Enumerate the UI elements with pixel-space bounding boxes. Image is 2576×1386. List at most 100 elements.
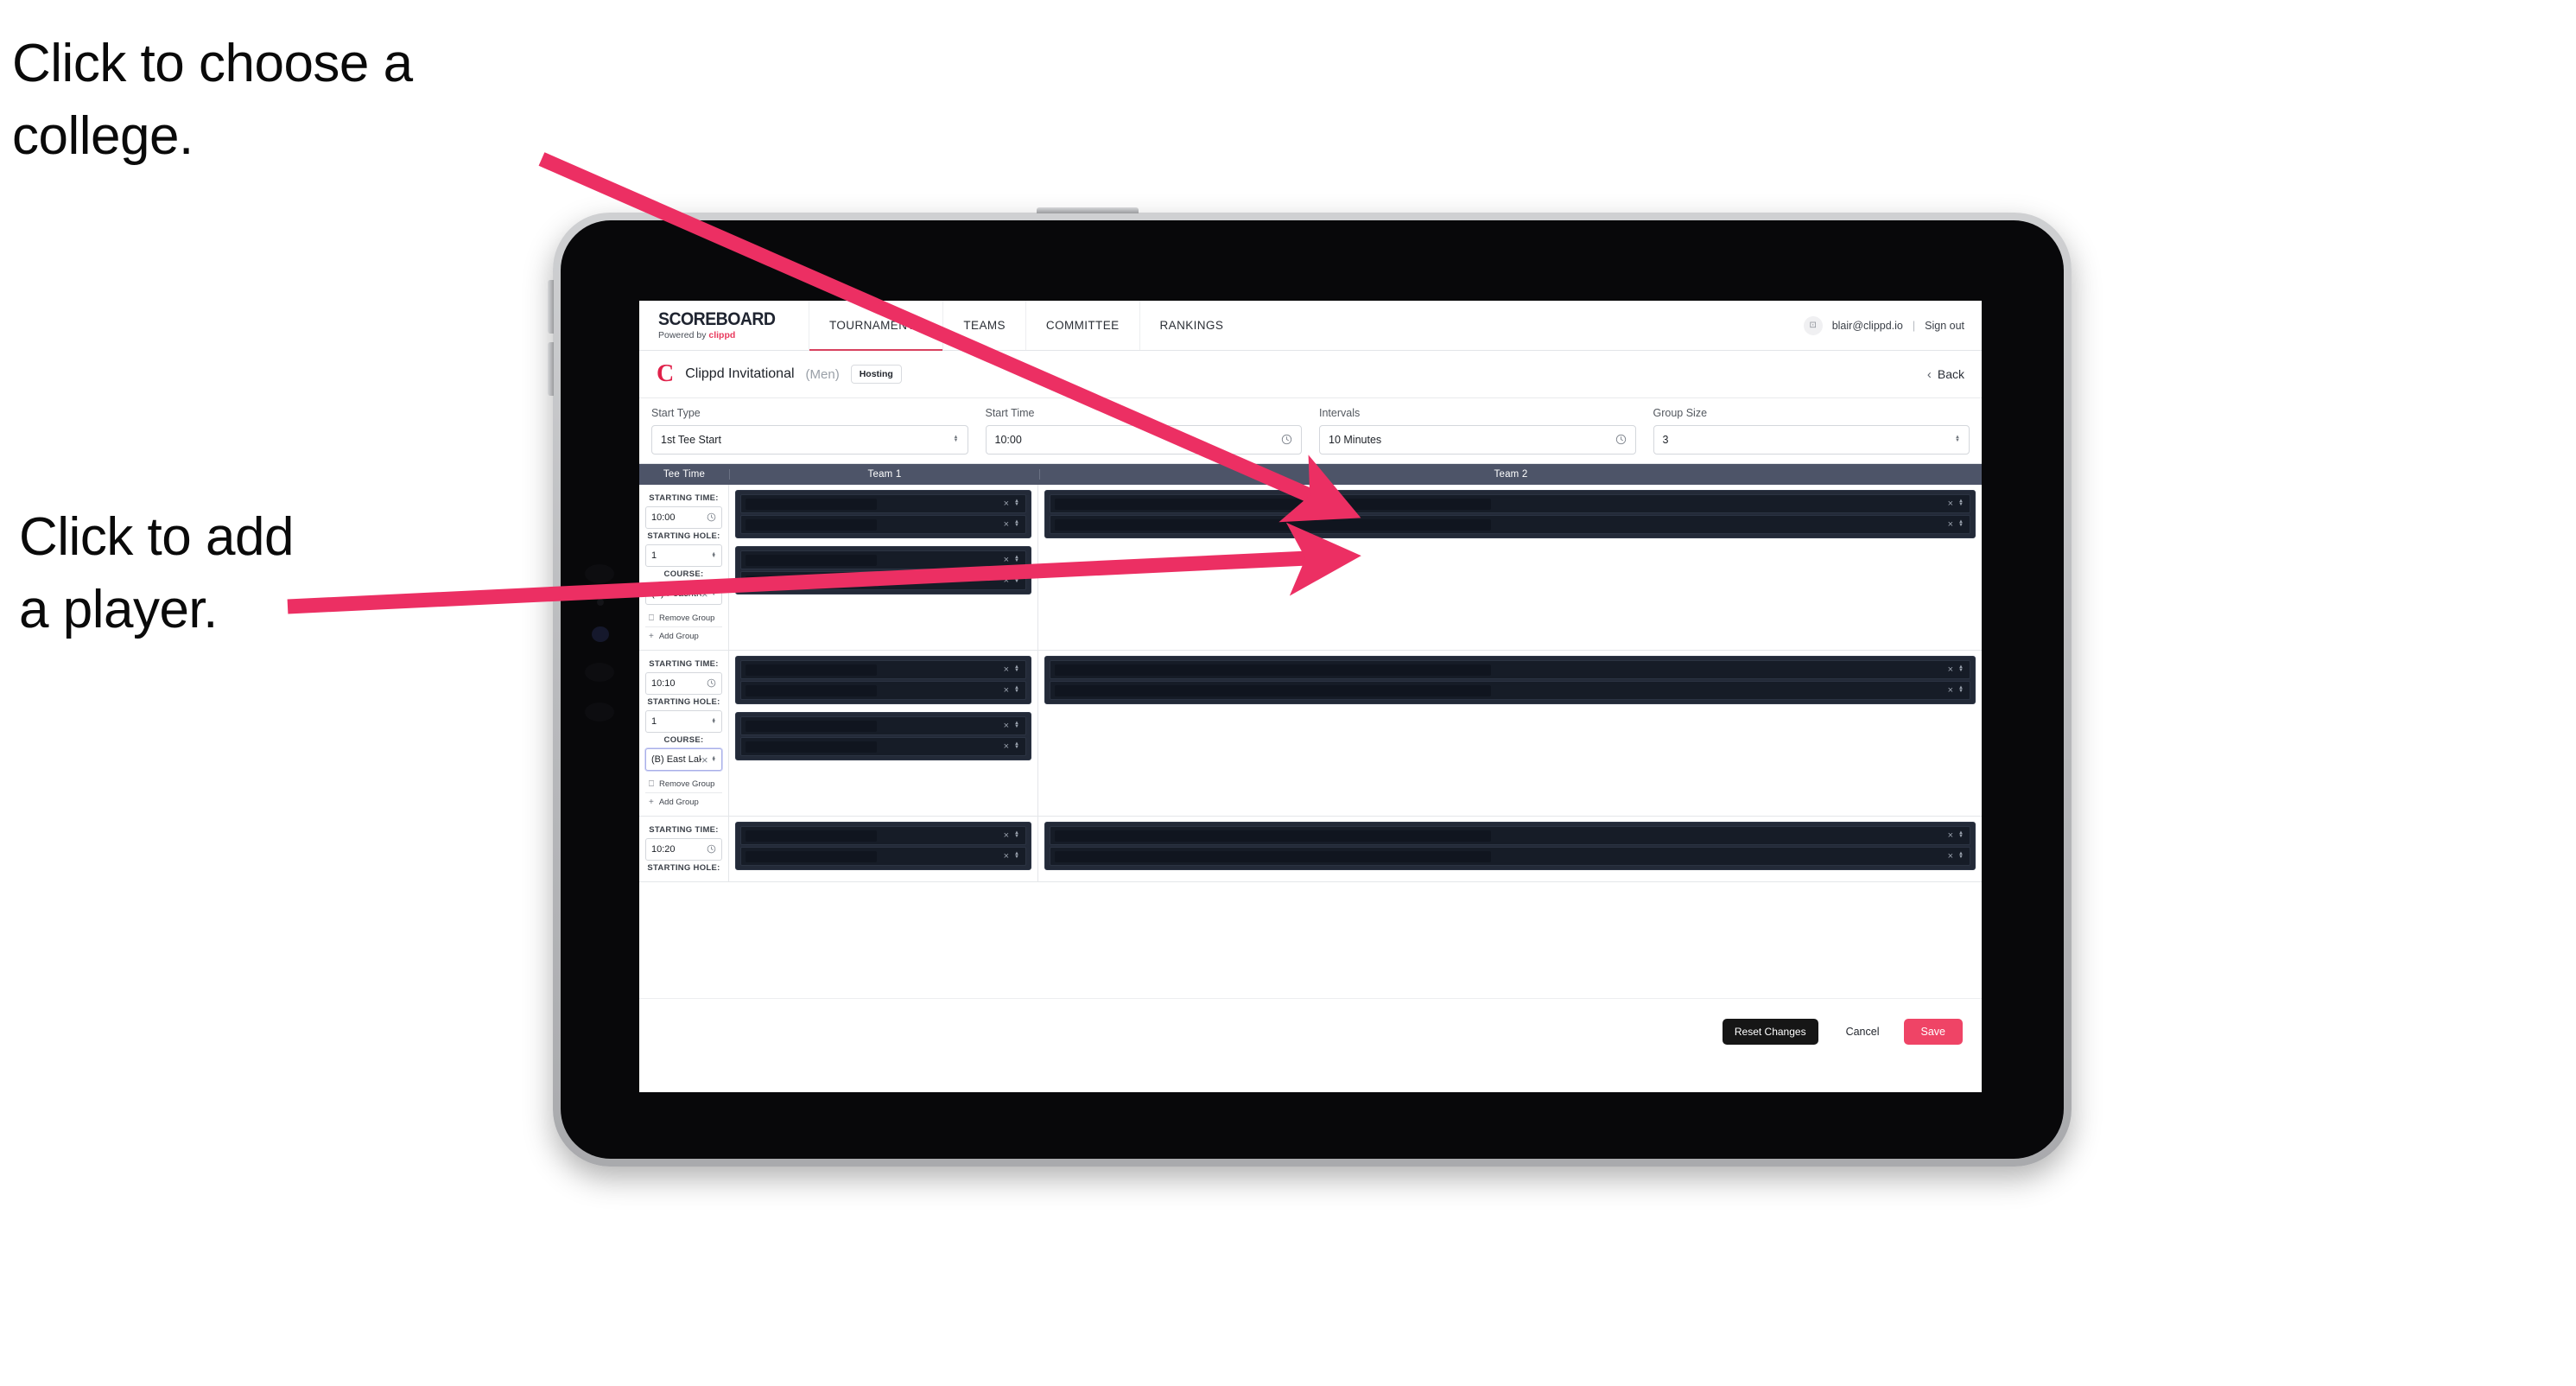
stepper-icon[interactable]: ▲ ▼ <box>1014 851 1019 859</box>
player-slot-row[interactable]: × ▲ ▼ <box>740 494 1026 513</box>
player-slot-row[interactable]: × ▲ ▼ <box>1050 660 1970 679</box>
player-slot-row[interactable]: × ▲ ▼ <box>740 515 1026 534</box>
close-icon[interactable]: × <box>1004 555 1009 565</box>
starting-hole-input[interactable]: 1 ▲ ▼ <box>645 710 722 733</box>
user-avatar-icon[interactable]: ⊡ <box>1803 315 1823 335</box>
volume-down-button[interactable] <box>548 342 554 396</box>
player-slot-row[interactable]: × ▲ ▼ <box>740 826 1026 845</box>
starting-time-input[interactable]: 10:20 <box>645 838 722 861</box>
stepper-icon[interactable]: ▲ ▼ <box>1014 830 1019 838</box>
setting-input-1[interactable]: 10:00 <box>985 425 1302 455</box>
course-select[interactable]: (B) East Lake GC× ▲▼ <box>645 748 722 771</box>
stepper-icon[interactable]: ▲ ▼ <box>1014 721 1019 728</box>
close-icon[interactable]: × <box>1948 664 1953 675</box>
sign-out-link[interactable]: Sign out <box>1925 320 1964 332</box>
stepper-icon[interactable]: ▲ ▼ <box>1014 741 1019 749</box>
nav-tab-rankings[interactable]: RANKINGS <box>1139 301 1244 350</box>
clock-icon[interactable] <box>707 678 716 690</box>
player-slot-row[interactable]: × ▲ ▼ <box>740 737 1026 756</box>
brand-logo[interactable]: SCOREBOARD Powered by clippd <box>639 301 809 350</box>
close-icon[interactable]: × <box>1004 519 1009 530</box>
remove-group-button[interactable]: ⎕ Remove Group <box>645 775 722 793</box>
close-icon[interactable]: × <box>1948 519 1953 530</box>
player-slot-card: × ▲ ▼ × ▲ ▼ <box>735 490 1031 538</box>
stepper-icon[interactable]: ▲ ▼ <box>1014 664 1019 672</box>
starting-time-input[interactable]: 10:00 <box>645 506 722 529</box>
clear-icon[interactable]: × <box>701 754 708 766</box>
back-link[interactable]: ‹ Back <box>1927 367 1964 382</box>
label-starting-hole: STARTING HOLE: <box>647 697 720 707</box>
close-icon[interactable]: × <box>1948 685 1953 696</box>
player-slot-row[interactable]: × ▲ ▼ <box>740 660 1026 679</box>
stepper-icon[interactable]: ▲ ▼ <box>1014 555 1019 563</box>
close-icon[interactable]: × <box>1004 830 1009 841</box>
stepper-icon[interactable]: ▲ ▼ <box>1958 499 1964 506</box>
stepper-icon[interactable]: ▲ ▼ <box>1955 435 1960 442</box>
course-select[interactable]: (A) Peachtree GC× ▲▼ <box>645 582 722 605</box>
annotation-choose-college: Click to choose a college. <box>12 34 413 167</box>
stepper-icon[interactable]: ▲ ▼ <box>712 589 716 597</box>
stepper-icon[interactable]: ▲ ▼ <box>954 435 959 442</box>
cancel-button[interactable]: Cancel <box>1829 1019 1897 1046</box>
clock-icon[interactable] <box>1281 434 1292 447</box>
stepper-icon[interactable]: ▲ ▼ <box>1958 685 1964 693</box>
player-slot-row[interactable]: × ▲ ▼ <box>740 550 1026 569</box>
reset-changes-button[interactable]: Reset Changes <box>1722 1019 1818 1045</box>
setting-value-2: 10 Minutes <box>1329 434 1382 446</box>
player-slot-row[interactable]: × ▲ ▼ <box>1050 826 1970 845</box>
volume-up-button[interactable] <box>548 280 554 334</box>
player-slot-row[interactable]: × ▲ ▼ <box>740 571 1026 590</box>
plus-icon: + <box>649 632 654 641</box>
clock-icon[interactable] <box>707 844 716 855</box>
power-button[interactable] <box>1037 207 1139 213</box>
nav-tab-tournaments[interactable]: TOURNAMENTS <box>809 301 943 351</box>
close-icon[interactable]: × <box>1004 499 1009 509</box>
player-slot-row[interactable]: × ▲ ▼ <box>740 847 1026 866</box>
player-slot-row[interactable]: × ▲ ▼ <box>740 681 1026 700</box>
setting-input-0[interactable]: 1st Tee Start ▲ ▼ <box>651 425 968 455</box>
close-icon[interactable]: × <box>1004 685 1009 696</box>
player-slot-row[interactable]: × ▲ ▼ <box>740 716 1026 735</box>
close-icon[interactable]: × <box>1948 499 1953 509</box>
setting-value-0: 1st Tee Start <box>661 434 721 446</box>
stepper-icon[interactable]: ▲ ▼ <box>712 551 716 559</box>
starting-hole-input[interactable]: 1 ▲ ▼ <box>645 544 722 567</box>
stepper-icon[interactable]: ▲ ▼ <box>1014 499 1019 506</box>
close-icon[interactable]: × <box>1948 830 1953 841</box>
player-slot-row[interactable]: × ▲ ▼ <box>1050 494 1970 513</box>
top-navigation-bar: SCOREBOARD Powered by clippd TOURNAMENTS… <box>639 301 1982 351</box>
nav-tab-teams[interactable]: TEAMS <box>942 301 1025 350</box>
close-icon[interactable]: × <box>1004 664 1009 675</box>
close-icon[interactable]: × <box>1004 721 1009 731</box>
player-slot-row[interactable]: × ▲ ▼ <box>1050 681 1970 700</box>
stepper-icon[interactable]: ▲ ▼ <box>1014 519 1019 527</box>
close-icon[interactable]: × <box>1004 575 1009 586</box>
add-group-button[interactable]: + Add Group <box>645 627 722 645</box>
clock-icon[interactable] <box>707 512 716 524</box>
setting-input-3[interactable]: 3 ▲ ▼ <box>1653 425 1970 455</box>
player-slot-row[interactable]: × ▲ ▼ <box>1050 515 1970 534</box>
stepper-icon[interactable]: ▲ ▼ <box>712 717 716 725</box>
close-icon[interactable]: × <box>1004 851 1009 861</box>
close-icon[interactable]: × <box>1004 741 1009 752</box>
setting-input-2[interactable]: 10 Minutes <box>1319 425 1636 455</box>
stepper-icon[interactable]: ▲ ▼ <box>1014 685 1019 693</box>
player-slot-row[interactable]: × ▲ ▼ <box>1050 847 1970 866</box>
stepper-icon[interactable]: ▲ ▼ <box>1958 664 1964 672</box>
save-button[interactable]: Save <box>1903 1018 1963 1046</box>
stepper-icon[interactable]: ▲ ▼ <box>1958 851 1964 859</box>
clock-icon[interactable] <box>1615 434 1627 447</box>
remove-group-button[interactable]: ⎕ Remove Group <box>645 609 722 627</box>
stepper-icon[interactable]: ▲ ▼ <box>712 755 716 763</box>
starting-time-input[interactable]: 10:10 <box>645 672 722 695</box>
stepper-icon[interactable]: ▲ ▼ <box>1958 830 1964 838</box>
stepper-icon[interactable]: ▲ ▼ <box>1014 575 1019 583</box>
setting-value-3: 3 <box>1662 434 1669 446</box>
close-icon[interactable]: × <box>1948 851 1953 861</box>
stepper-icon[interactable]: ▲ ▼ <box>1958 519 1964 527</box>
tee-sheet-table[interactable]: Tee Time Team 1 Team 2 STARTING TIME: 10:… <box>639 463 1982 998</box>
user-email: blair@clippd.io <box>1831 319 1903 332</box>
nav-tab-committee[interactable]: COMMITTEE <box>1025 301 1139 350</box>
clear-icon[interactable]: × <box>701 588 708 600</box>
add-group-button[interactable]: + Add Group <box>645 793 722 811</box>
